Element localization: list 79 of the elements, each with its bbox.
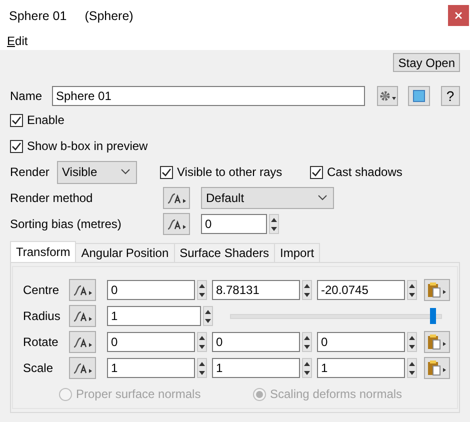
spin-buttons[interactable]: [269, 214, 279, 234]
spin-buttons[interactable]: [302, 332, 312, 352]
number-field[interactable]: 0: [317, 332, 405, 352]
sorting-bias-label: Sorting bias (metres): [10, 217, 122, 231]
number-field[interactable]: 0: [107, 280, 195, 300]
number-field[interactable]: -20.0745: [317, 280, 405, 300]
paste-button[interactable]: [424, 357, 450, 379]
settings-icon: [378, 90, 397, 102]
slider-thumb[interactable]: [430, 308, 436, 324]
close-icon: [455, 12, 462, 19]
tab[interactable]: Angular Position: [75, 243, 175, 262]
spin-buttons[interactable]: [407, 280, 417, 300]
row-label: Rotate: [23, 335, 60, 349]
number-field[interactable]: 1: [212, 358, 300, 378]
checkbox-label: Enable: [27, 113, 64, 127]
animation-button[interactable]: [69, 357, 96, 379]
curve-icon: [72, 284, 92, 296]
clipboard-icon: [427, 334, 447, 350]
chevron-icon: [318, 195, 327, 201]
clipboard-icon: [427, 360, 447, 376]
slider-track[interactable]: [230, 308, 442, 324]
window-title: Sphere 01: [9, 8, 67, 22]
animation-button[interactable]: [69, 279, 96, 301]
render-method-dropdown[interactable]: Default: [201, 187, 334, 209]
number-field[interactable]: 0: [212, 332, 300, 352]
number-field[interactable]: 1: [107, 306, 201, 326]
help-button[interactable]: ?: [440, 86, 460, 106]
spin-buttons[interactable]: [302, 358, 312, 378]
stay-open-button[interactable]: Stay Open: [393, 53, 460, 72]
name-field[interactable]: Sphere 01: [52, 86, 365, 106]
name-label: Name: [10, 89, 44, 103]
checkbox-label: Show b-box in preview: [27, 139, 148, 153]
row-label: Radius: [23, 309, 62, 323]
curve-icon: [166, 192, 186, 204]
render-label: Render: [10, 165, 50, 179]
checkbox[interactable]: [310, 166, 323, 178]
curve-icon: [72, 362, 92, 374]
animation-button[interactable]: [69, 305, 96, 327]
number-field[interactable]: 8.78131: [212, 280, 300, 300]
radio-label: Proper surface normals: [76, 387, 201, 401]
checkbox[interactable]: [10, 140, 23, 152]
paste-button[interactable]: [424, 331, 450, 353]
curve-icon: [72, 336, 92, 348]
paste-button[interactable]: [424, 279, 450, 301]
number-field[interactable]: 0: [201, 214, 267, 234]
spin-buttons[interactable]: [407, 332, 417, 352]
animation-button[interactable]: [163, 213, 190, 235]
spin-buttons[interactable]: [407, 358, 417, 378]
spin-buttons[interactable]: [197, 280, 207, 300]
number-field[interactable]: 0: [107, 332, 195, 352]
spin-buttons[interactable]: [197, 358, 207, 378]
checkbox[interactable]: [160, 166, 173, 178]
row-label: Centre: [23, 283, 60, 297]
window-subtitle: (Sphere): [84, 8, 134, 22]
animation-button[interactable]: [69, 331, 96, 353]
tab[interactable]: Import: [274, 243, 320, 262]
curve-icon: [72, 310, 92, 322]
spin-buttons[interactable]: [302, 280, 312, 300]
preview-button[interactable]: [408, 86, 430, 106]
close-button[interactable]: [448, 5, 469, 26]
row-label: Scale: [23, 361, 54, 375]
checkbox-label: Cast shadows: [327, 165, 402, 179]
render-dropdown[interactable]: Visible: [57, 160, 137, 184]
animation-button[interactable]: [163, 187, 190, 209]
chevron-icon: [121, 169, 130, 175]
render-method-label: Render method: [10, 191, 94, 205]
settings-button[interactable]: [377, 86, 398, 106]
spin-buttons[interactable]: [203, 306, 213, 326]
curve-icon: [166, 218, 186, 230]
number-field[interactable]: 1: [317, 358, 405, 378]
number-field[interactable]: 1: [107, 358, 195, 378]
tab[interactable]: Transform: [10, 241, 76, 262]
checkbox[interactable]: [10, 114, 23, 126]
spin-buttons[interactable]: [197, 332, 207, 352]
checkbox-label: Visible to other rays: [177, 165, 282, 179]
menu-item[interactable]: Edit: [7, 34, 28, 48]
clipboard-icon: [427, 282, 447, 298]
radio-label: Scaling deforms normals: [270, 387, 402, 401]
preview-icon: [412, 90, 425, 102]
